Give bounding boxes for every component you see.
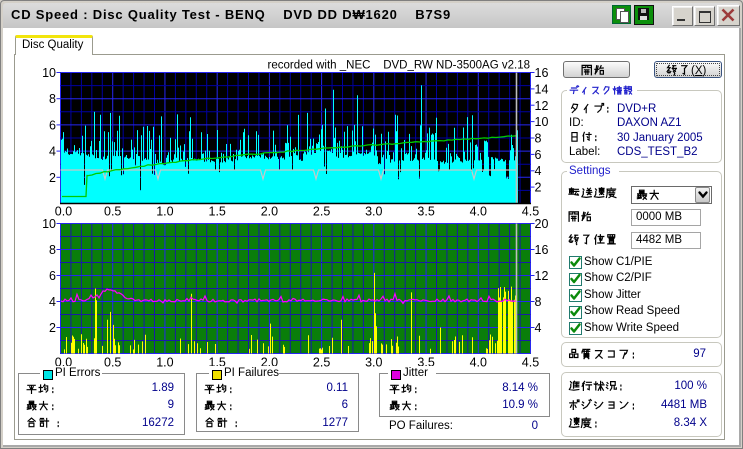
svg-text:(X): (X) [691,65,707,77]
